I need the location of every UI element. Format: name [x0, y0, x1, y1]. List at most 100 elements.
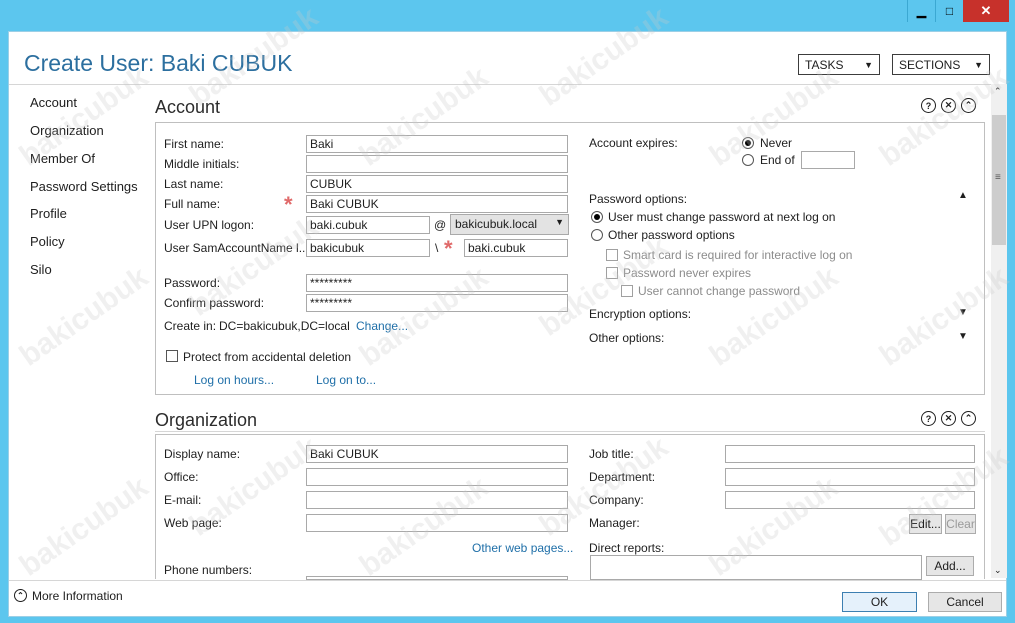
scroll-thumb[interactable]: ≡	[992, 115, 1006, 245]
account-section-title: Account	[155, 97, 221, 117]
office-field[interactable]	[306, 468, 568, 486]
cannot-change-checkbox[interactable]	[621, 285, 633, 297]
must-change-radio[interactable]	[591, 211, 603, 223]
sidebar-item-organization[interactable]: Organization	[30, 123, 104, 138]
upn-field[interactable]: baki.cubuk	[306, 216, 430, 234]
password-options-label: Password options:	[589, 192, 688, 206]
manager-label: Manager:	[589, 516, 640, 530]
other-options-radio[interactable]	[591, 229, 603, 241]
sections-chevron-down-icon: ▼	[974, 59, 983, 70]
other-options-expand-icon[interactable]: ▼	[958, 331, 968, 342]
never-label: Never	[760, 136, 793, 150]
confirm-password-field[interactable]: *********	[306, 294, 568, 312]
sidebar-item-password-settings[interactable]: Password Settings	[30, 179, 138, 194]
more-information-expand-icon[interactable]: ⌃	[14, 589, 27, 602]
tasks-dropdown[interactable]: TASKS ▼	[798, 54, 880, 75]
end-of-label: End of	[760, 153, 795, 167]
encryption-options-label: Encryption options:	[589, 307, 692, 321]
organization-section: Display name: Baki CUBUK Office: E-mail:…	[155, 434, 985, 580]
web-page-label: Web page:	[164, 516, 222, 530]
middle-initials-field[interactable]	[306, 155, 568, 173]
protect-label: Protect from accidental deletion	[183, 350, 352, 364]
sidebar-item-profile[interactable]: Profile	[30, 206, 67, 221]
password-options-collapse-icon[interactable]: ▲	[958, 190, 968, 201]
office-label: Office:	[164, 470, 199, 484]
upn-domain-select[interactable]: bakicubuk.local ▼	[450, 214, 569, 235]
sidebar-item-account[interactable]: Account	[30, 95, 77, 110]
account-section: First name: Baki Middle initials: Last n…	[155, 122, 985, 395]
phone-numbers-label: Phone numbers:	[164, 563, 253, 577]
other-web-pages-link[interactable]: Other web pages...	[472, 541, 573, 555]
close-button[interactable]: ✕	[963, 0, 1009, 22]
minimize-button[interactable]: ▁	[907, 0, 935, 22]
footer-divider	[9, 580, 1006, 581]
end-of-date-field[interactable]	[801, 151, 855, 169]
encryption-expand-icon[interactable]: ▼	[958, 307, 968, 318]
first-name-field[interactable]: Baki	[306, 135, 568, 153]
create-in-label: Create in:	[164, 319, 217, 333]
window-controls: ▁ □ ✕	[907, 0, 1009, 22]
department-field[interactable]	[725, 468, 975, 486]
never-expires-checkbox[interactable]	[606, 267, 618, 279]
password-field[interactable]: *********	[306, 274, 568, 292]
display-name-label: Display name:	[164, 447, 241, 461]
org-collapse-section-icon[interactable]: ⌃	[961, 411, 976, 426]
sam-field[interactable]: baki.cubuk	[464, 239, 568, 257]
required-asterisk-icon: *	[284, 192, 293, 217]
first-name-label: First name:	[164, 137, 225, 151]
sections-label: SECTIONS	[899, 57, 961, 72]
company-field[interactable]	[725, 491, 975, 509]
maximize-button[interactable]: □	[935, 0, 963, 22]
display-name-field[interactable]: Baki CUBUK	[306, 445, 568, 463]
last-name-label: Last name:	[164, 177, 224, 191]
scroll-up-icon[interactable]: ⌃	[994, 86, 1002, 97]
change-link[interactable]: Change...	[356, 319, 408, 333]
sam-domain-field: bakicubuk	[306, 239, 430, 257]
email-label: E-mail:	[164, 493, 202, 507]
manager-clear-button[interactable]: Clear	[945, 514, 976, 534]
other-options-label: Other password options	[608, 228, 735, 242]
logon-hours-link[interactable]: Log on hours...	[194, 373, 274, 387]
sam-separator: \	[435, 241, 439, 255]
web-page-field[interactable]	[306, 514, 568, 532]
sections-dropdown[interactable]: SECTIONS ▼	[892, 54, 990, 75]
sidebar-item-member-of[interactable]: Member Of	[30, 151, 95, 166]
direct-reports-add-button[interactable]: Add...	[926, 556, 974, 576]
direct-reports-label: Direct reports:	[589, 541, 665, 555]
full-name-field[interactable]: Baki CUBUK	[306, 195, 568, 213]
smart-card-checkbox[interactable]	[606, 249, 618, 261]
sidebar-item-silo[interactable]: Silo	[30, 262, 52, 277]
end-of-radio[interactable]	[742, 154, 754, 166]
protect-checkbox[interactable]	[166, 350, 178, 362]
middle-initials-label: Middle initials:	[164, 157, 240, 171]
email-field[interactable]	[306, 491, 568, 509]
never-radio[interactable]	[742, 137, 754, 149]
cancel-button[interactable]: Cancel	[928, 592, 1002, 612]
ok-button[interactable]: OK	[842, 592, 917, 612]
confirm-password-label: Confirm password:	[164, 296, 265, 310]
job-title-field[interactable]	[725, 445, 975, 463]
header-divider	[9, 84, 1006, 85]
direct-reports-list[interactable]	[590, 555, 922, 580]
help-icon[interactable]: ?	[921, 98, 936, 113]
grip-icon: ≡	[995, 172, 1001, 183]
full-name-label: Full name:	[164, 197, 221, 211]
manager-edit-button[interactable]: Edit...	[909, 514, 942, 534]
logon-to-link[interactable]: Log on to...	[316, 373, 376, 387]
collapse-section-icon[interactable]: ⌃	[961, 98, 976, 113]
other-options-section-label: Other options:	[589, 331, 665, 345]
vertical-scrollbar[interactable]: ⌃ ≡ ⌄	[991, 84, 1007, 578]
never-expires-label: Password never expires	[623, 266, 752, 280]
org-help-icon[interactable]: ?	[921, 411, 936, 426]
scroll-down-icon[interactable]: ⌄	[994, 565, 1002, 576]
upn-domain-chevron-down-icon: ▼	[555, 217, 564, 227]
page-title: Create User: Baki CUBUK	[24, 50, 293, 76]
close-section-icon[interactable]: ✕	[941, 98, 956, 113]
org-close-section-icon[interactable]: ✕	[941, 411, 956, 426]
tasks-label: TASKS	[805, 57, 844, 72]
sam-label: User SamAccountName l...	[164, 241, 309, 255]
last-name-field[interactable]: CUBUK	[306, 175, 568, 193]
sidebar-item-policy[interactable]: Policy	[30, 234, 65, 249]
more-information-label[interactable]: More Information	[32, 589, 123, 603]
department-label: Department:	[589, 470, 656, 484]
